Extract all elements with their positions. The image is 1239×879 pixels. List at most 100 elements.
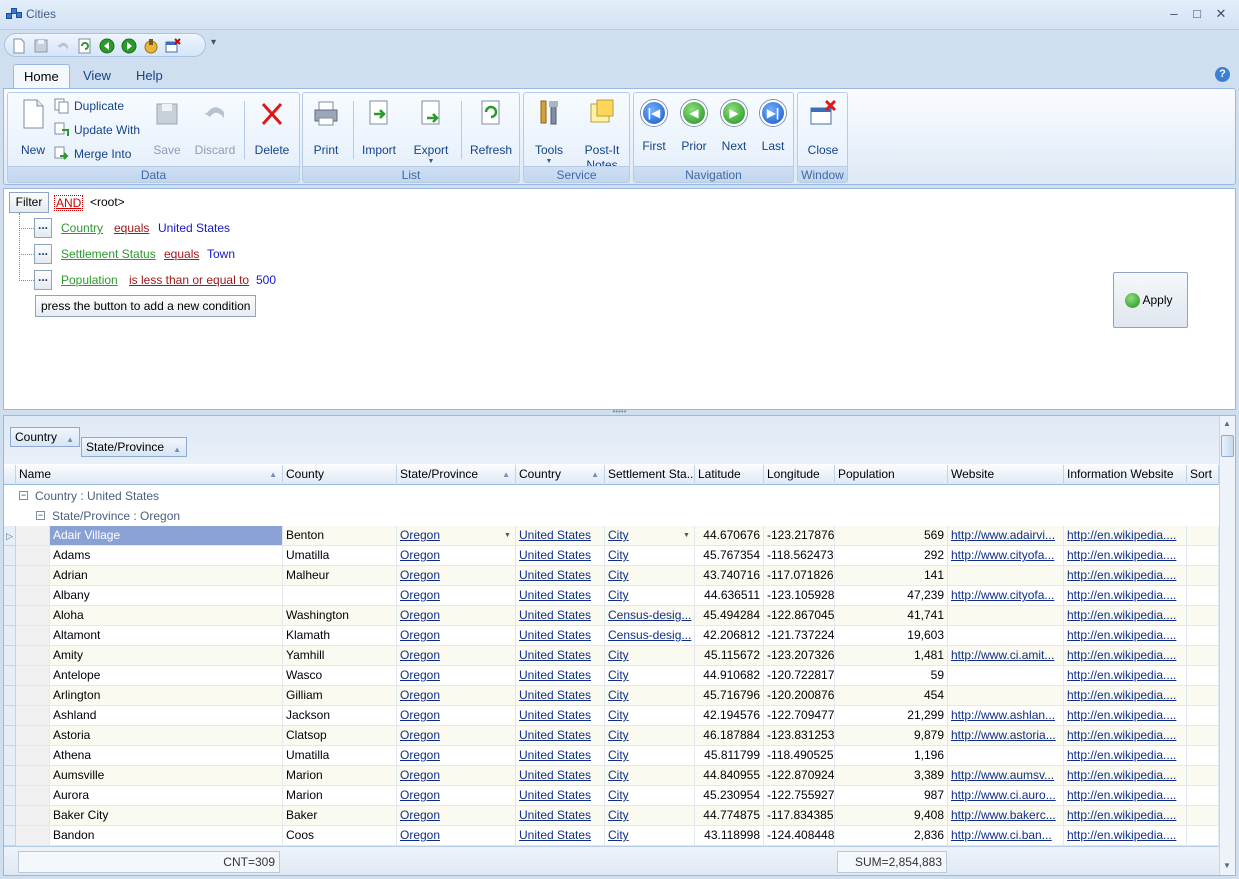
sort-cell[interactable] (1187, 626, 1219, 646)
population-cell[interactable]: 9,408 (835, 806, 948, 826)
country-cell[interactable]: United States (516, 546, 605, 566)
name-cell[interactable]: Ashland (50, 706, 283, 726)
maximize-button[interactable]: □ (1186, 5, 1208, 23)
import-button[interactable]: Import (357, 98, 401, 158)
county-cell[interactable]: Umatilla (283, 746, 397, 766)
settlement-cell[interactable]: City (605, 746, 695, 766)
info-website-cell[interactable]: http://en.wikipedia.... (1064, 526, 1187, 546)
longitude-cell[interactable]: -123.217876 (764, 526, 835, 546)
name-cell[interactable]: Aloha (50, 606, 283, 626)
state-cell[interactable]: Oregon (397, 826, 516, 846)
discard-button[interactable]: Discard (190, 98, 240, 158)
country-cell[interactable]: United States (516, 686, 605, 706)
longitude-cell[interactable]: -123.831253 (764, 726, 835, 746)
latitude-cell[interactable]: 45.494284 (695, 606, 764, 626)
table-row[interactable]: Bandon Coos Oregon United States City 43.1189… (4, 826, 1219, 846)
population-cell[interactable]: 2,836 (835, 826, 948, 846)
latitude-cell[interactable]: 45.767354 (695, 546, 764, 566)
name-cell[interactable]: Adair Village (50, 526, 283, 546)
county-cell[interactable]: Gilliam (283, 686, 397, 706)
sort-cell[interactable] (1187, 786, 1219, 806)
state-cell[interactable]: Oregon (397, 746, 516, 766)
row-indicator[interactable] (4, 566, 16, 586)
table-row[interactable]: ▷ Adair Village Benton Oregon ▼ United States… (4, 526, 1219, 546)
close-icon[interactable] (165, 38, 181, 54)
name-cell[interactable]: Albany (50, 586, 283, 606)
sort-cell[interactable] (1187, 606, 1219, 626)
website-cell[interactable]: http://www.cityofa... (948, 586, 1064, 606)
name-cell[interactable]: Aurora (50, 786, 283, 806)
settlement-cell[interactable]: City (605, 566, 695, 586)
state-cell[interactable]: Oregon (397, 706, 516, 726)
website-cell[interactable] (948, 566, 1064, 586)
filter-logic-operator[interactable]: AND (54, 195, 84, 211)
row-indicator[interactable] (4, 826, 16, 846)
country-cell[interactable]: United States (516, 746, 605, 766)
undo-icon[interactable] (55, 38, 71, 54)
county-cell[interactable]: Klamath (283, 626, 397, 646)
settlement-cell[interactable]: City (605, 686, 695, 706)
county-cell[interactable]: Baker (283, 806, 397, 826)
condition-menu-button[interactable]: ... (34, 270, 52, 290)
column-settlement-status[interactable]: Settlement Sta... (605, 465, 695, 485)
state-cell[interactable]: Oregon (397, 666, 516, 686)
longitude-cell[interactable]: -117.071826 (764, 566, 835, 586)
table-row[interactable]: Amity Yamhill Oregon United States City 45.11… (4, 646, 1219, 666)
add-condition-hint[interactable]: press the button to add a new condition (35, 295, 257, 317)
row-indicator[interactable] (4, 586, 16, 606)
longitude-cell[interactable]: -122.709477 (764, 706, 835, 726)
info-website-cell[interactable]: http://en.wikipedia.... (1064, 646, 1187, 666)
settlement-cell[interactable]: City (605, 726, 695, 746)
collapse-icon[interactable]: − (19, 491, 28, 500)
tools-button[interactable]: Tools ▼ (527, 98, 571, 166)
latitude-cell[interactable]: 44.910682 (695, 666, 764, 686)
group-row-country[interactable]: − Country : United States (4, 486, 1219, 506)
chevron-down-icon[interactable]: ▼ (683, 526, 690, 545)
state-cell[interactable]: Oregon (397, 566, 516, 586)
info-website-cell[interactable]: http://en.wikipedia.... (1064, 706, 1187, 726)
latitude-cell[interactable]: 42.206812 (695, 626, 764, 646)
collapse-icon[interactable]: − (36, 511, 45, 520)
country-cell[interactable]: United States (516, 626, 605, 646)
website-cell[interactable]: http://www.ci.auro... (948, 786, 1064, 806)
info-website-cell[interactable]: http://en.wikipedia.... (1064, 766, 1187, 786)
state-cell[interactable]: Oregon (397, 786, 516, 806)
next-button[interactable]: ▶ Next (714, 98, 754, 154)
county-cell[interactable]: Umatilla (283, 546, 397, 566)
last-button[interactable]: ▶| Last (753, 98, 793, 154)
latitude-cell[interactable]: 43.740716 (695, 566, 764, 586)
country-cell[interactable]: United States (516, 726, 605, 746)
new-button[interactable]: New (11, 98, 55, 158)
table-row[interactable]: Ashland Jackson Oregon United States City 42.… (4, 706, 1219, 726)
website-cell[interactable] (948, 666, 1064, 686)
column-information-website[interactable]: Information Website (1064, 465, 1187, 485)
row-indicator[interactable] (4, 626, 16, 646)
condition-value[interactable]: United States (158, 221, 230, 235)
condition-field[interactable]: Country (61, 221, 103, 235)
condition-operator[interactable]: equals (114, 221, 149, 235)
sort-cell[interactable] (1187, 686, 1219, 706)
settlement-cell[interactable]: City (605, 826, 695, 846)
sort-cell[interactable] (1187, 566, 1219, 586)
state-cell[interactable]: Oregon (397, 726, 516, 746)
customize-toolbar-button[interactable]: ▾ (211, 37, 216, 48)
sort-cell[interactable] (1187, 586, 1219, 606)
row-indicator[interactable] (4, 746, 16, 766)
settlement-cell[interactable]: City (605, 766, 695, 786)
table-row[interactable]: Adams Umatilla Oregon United States City 45.7… (4, 546, 1219, 566)
group-chip-country[interactable]: Country ▲ (10, 427, 81, 447)
info-website-cell[interactable]: http://en.wikipedia.... (1064, 626, 1187, 646)
country-cell[interactable]: United States (516, 566, 605, 586)
latitude-cell[interactable]: 45.230954 (695, 786, 764, 806)
country-cell[interactable]: United States (516, 806, 605, 826)
table-row[interactable]: Adrian Malheur Oregon United States City 43.7… (4, 566, 1219, 586)
country-cell[interactable]: United States (516, 826, 605, 846)
export-button[interactable]: Export ▼ (409, 98, 453, 166)
name-cell[interactable]: Altamont (50, 626, 283, 646)
settlement-cell[interactable]: City (605, 526, 695, 546)
table-row[interactable]: Aloha Washington Oregon United States Census… (4, 606, 1219, 626)
tab-home[interactable]: Home (13, 64, 70, 88)
county-cell[interactable]: Coos (283, 826, 397, 846)
name-cell[interactable]: Astoria (50, 726, 283, 746)
country-cell[interactable]: United States (516, 586, 605, 606)
